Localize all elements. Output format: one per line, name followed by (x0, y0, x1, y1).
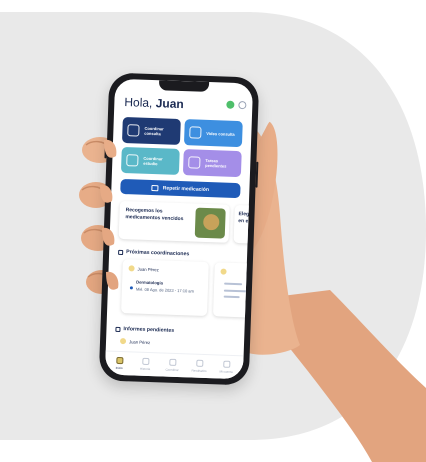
bullet-icon (129, 286, 133, 290)
promo-text: Recogemos los medicamentos vencidos (125, 207, 184, 222)
tile-tareas-pendientes[interactable]: Tareas pendientes (182, 149, 242, 178)
avatar (220, 268, 227, 275)
volume-button (104, 142, 107, 159)
greeting: Hola, Juan (124, 95, 184, 112)
appointment-specialty: Dermatología (136, 279, 163, 286)
tile-label: Video consulta (206, 130, 235, 137)
tile-video-consulta[interactable]: Video consulta (183, 119, 243, 148)
appointment-card[interactable]: Juan Pérez Dermatología Mié. 08 Ago. de … (121, 259, 209, 317)
placeholder-line (223, 289, 248, 293)
placeholder-line (223, 295, 240, 299)
reports-section-title: Informes pendientes (115, 326, 174, 334)
tile-coordinar-consulta[interactable]: Coordinar consulta (121, 116, 181, 145)
tab-historia[interactable]: Historia (135, 357, 155, 372)
promo-image (194, 207, 226, 239)
calendar-icon (118, 249, 124, 255)
tile-label: Tareas pendientes (205, 157, 227, 169)
home-icon (115, 356, 123, 365)
user-name: Juan (155, 96, 184, 112)
upcoming-section-title: Próximas coordinaciones (118, 249, 189, 257)
appointment-card-next[interactable] (212, 262, 254, 318)
tab-inicio[interactable]: Inicio (109, 356, 129, 371)
results-icon (195, 359, 203, 367)
list-icon (188, 156, 201, 169)
calendar-icon (168, 358, 176, 366)
app-screen: Hola, Juan Coordinar consulta Video cons… (104, 78, 254, 380)
history-icon (141, 357, 149, 366)
promo-text-next: Elegí en el (238, 211, 251, 224)
video-icon (189, 126, 202, 139)
avatar (128, 265, 135, 272)
cta-label: Repetir medicación (162, 184, 210, 193)
chat-icon[interactable] (226, 100, 235, 109)
tab-resultados[interactable]: Resultados (189, 359, 209, 373)
bottom-tab-bar: Inicio Historia Coordinar Resultados Mi … (104, 350, 244, 380)
avatar (119, 338, 127, 345)
placeholder-line (224, 282, 243, 286)
tab-coordinar[interactable]: Coordinar (162, 358, 182, 373)
document-icon (115, 326, 121, 332)
pill-icon (151, 184, 159, 191)
promo-card[interactable]: Recogemos los medicamentos vencidos (118, 200, 230, 243)
tile-label: Coordinar consulta (144, 125, 164, 137)
tile-label: Coordinar estudio (143, 155, 163, 167)
flask-icon (126, 154, 139, 167)
appointment-patient: Juan Pérez (128, 265, 159, 272)
repeat-medication-button[interactable]: Repetir medicación (120, 178, 241, 199)
report-item[interactable]: Juan Pérez (119, 336, 240, 350)
smartphone: Hola, Juan Coordinar consulta Video cons… (98, 72, 260, 386)
tile-coordinar-estudio[interactable]: Coordinar estudio (120, 146, 180, 175)
tab-mi-cuenta[interactable]: Mi cuenta (216, 360, 236, 374)
promo-card-next[interactable]: Elegí en el (233, 204, 254, 244)
account-icon (222, 360, 230, 368)
notifications-icon[interactable] (238, 100, 247, 110)
person-icon (127, 124, 140, 137)
phone-notch (158, 80, 210, 92)
appointment-datetime: Mié. 08 Ago. de 2023 - 17:10 am (135, 286, 194, 294)
